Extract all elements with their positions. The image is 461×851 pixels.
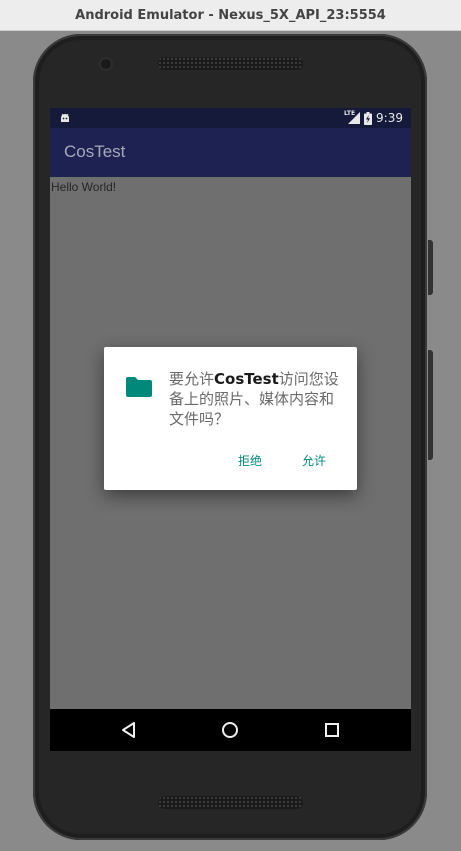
signal-icon: LTE bbox=[344, 110, 361, 124]
hello-text: Hello World! bbox=[51, 180, 117, 194]
deny-button[interactable]: 拒绝 bbox=[238, 452, 262, 469]
app-title: CosTest bbox=[64, 142, 126, 161]
message-prefix: 要允许 bbox=[169, 370, 215, 388]
status-right-group: LTE 9:39 bbox=[344, 108, 403, 128]
front-camera bbox=[101, 59, 111, 69]
bottom-speaker bbox=[158, 796, 303, 809]
window-title: Android Emulator - Nexus_5X_API_23:5554 bbox=[75, 7, 386, 23]
message-app-name: CosTest bbox=[214, 370, 279, 388]
window-title-bar: Android Emulator - Nexus_5X_API_23:5554 bbox=[0, 0, 461, 31]
permission-dialog: 要允许CosTest访问您设备上的照片、媒体内容和文件吗？ 拒绝 允许 bbox=[104, 347, 357, 490]
home-icon[interactable] bbox=[220, 720, 240, 740]
recents-icon[interactable] bbox=[322, 720, 342, 740]
battery-charging-icon bbox=[364, 111, 373, 125]
allow-button[interactable]: 允许 bbox=[302, 452, 326, 469]
android-debug-icon bbox=[61, 113, 69, 122]
volume-button[interactable] bbox=[428, 350, 433, 460]
permission-message: 要允许CosTest访问您设备上的照片、媒体内容和文件吗？ bbox=[169, 369, 339, 429]
power-button[interactable] bbox=[428, 240, 433, 295]
top-speaker bbox=[158, 57, 303, 70]
navigation-bar bbox=[50, 709, 411, 751]
status-bar: LTE 9:39 bbox=[50, 108, 411, 128]
back-icon[interactable] bbox=[119, 720, 139, 740]
app-toolbar: CosTest bbox=[50, 128, 411, 177]
clock: 9:39 bbox=[376, 111, 403, 125]
folder-icon bbox=[126, 377, 152, 397]
